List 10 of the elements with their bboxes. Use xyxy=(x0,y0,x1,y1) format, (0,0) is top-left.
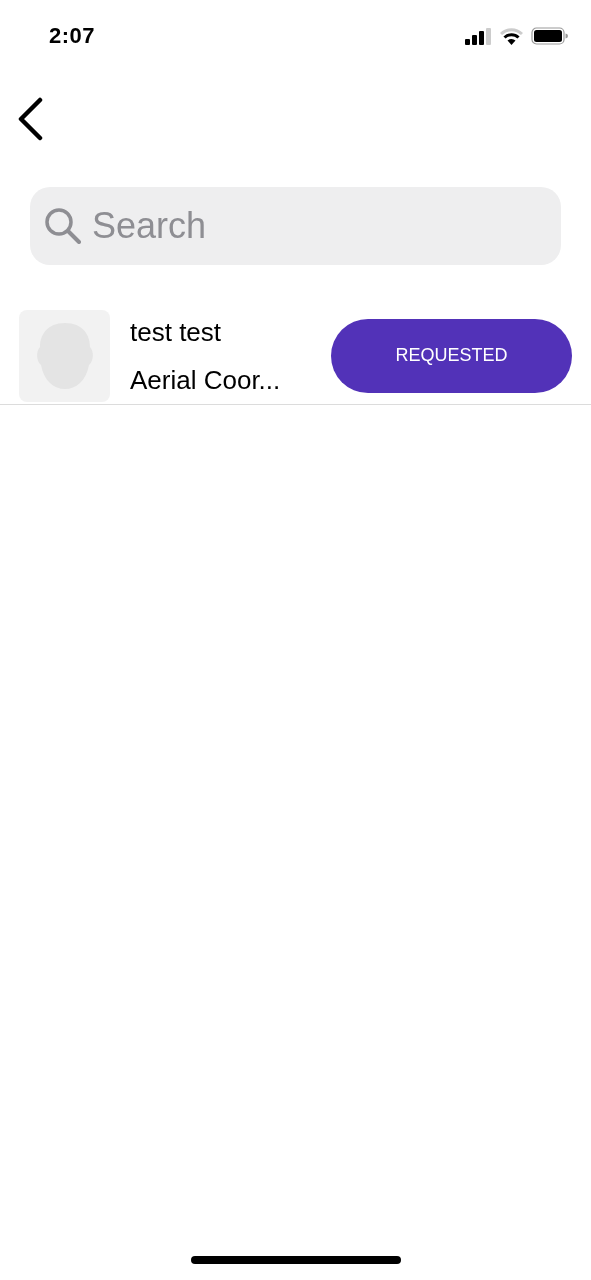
back-icon[interactable] xyxy=(17,96,43,141)
wifi-icon xyxy=(500,27,523,45)
user-subtitle: Aerial Coor... xyxy=(130,364,282,395)
signal-icon xyxy=(465,27,492,45)
search-icon xyxy=(44,207,81,244)
status-time: 2:07 xyxy=(49,23,96,49)
requested-button[interactable]: REQUESTED xyxy=(331,318,572,393)
battery-icon xyxy=(531,27,568,45)
user-name: test test xyxy=(130,316,223,347)
search-field[interactable]: Search xyxy=(30,187,561,265)
